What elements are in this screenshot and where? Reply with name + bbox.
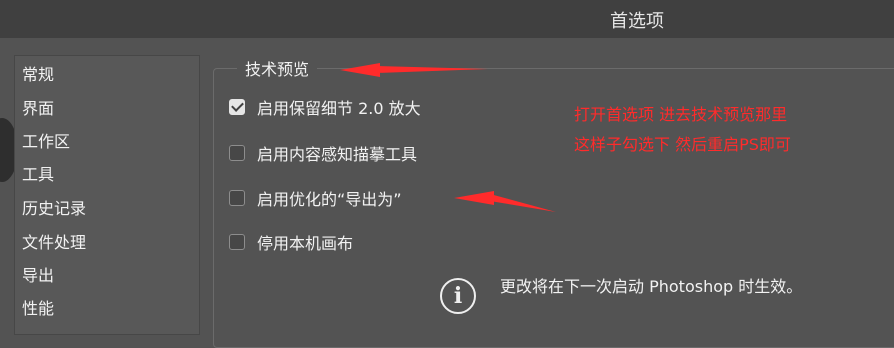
sidebar-item-export[interactable]: 导出 [22, 262, 54, 286]
option-label: 启用优化的“导出为” [257, 190, 402, 209]
option-optimized-export-as[interactable]: 启用优化的“导出为” [229, 187, 402, 209]
sidebar-item-history[interactable]: 历史记录 [22, 195, 86, 219]
option-label: 启用内容感知描摹工具 [257, 145, 418, 164]
sidebar-item-tools[interactable]: 工具 [22, 161, 54, 185]
option-label: 停用本机画布 [257, 234, 354, 253]
option-preserve-details-2[interactable]: 启用保留细节 2.0 放大 [229, 96, 421, 118]
section-title: 技术预览 [237, 56, 318, 80]
option-content-aware-tracing[interactable]: 启用内容感知描摹工具 [229, 142, 417, 164]
info-icon: i [440, 278, 476, 314]
window-titlebar: 首选项 [0, 0, 894, 38]
checkbox-content-aware-tracing[interactable] [229, 145, 245, 161]
checkbox-optimized-export-as[interactable] [229, 190, 245, 206]
annotation-line-2: 这样子勾选下 然后重启PS即可 [574, 135, 791, 154]
dialog-title: 首选项 [610, 11, 664, 32]
option-disable-native-canvas[interactable]: 停用本机画布 [229, 231, 353, 253]
sidebar-item-workspace[interactable]: 工作区 [22, 128, 70, 152]
checkbox-disable-native-canvas[interactable] [229, 234, 245, 250]
sidebar-item-general[interactable]: 常规 [22, 61, 54, 85]
sidebar-item-file-handling[interactable]: 文件处理 [22, 229, 86, 253]
sidebar-item-performance[interactable]: 性能 [22, 295, 54, 319]
checkbox-preserve-details-2[interactable] [229, 99, 245, 115]
sidebar-item-interface[interactable]: 界面 [22, 95, 54, 119]
restart-notice: 更改将在下一次启动 Photoshop 时生效。 [500, 277, 803, 296]
annotation-line-1: 打开首选项 进去技术预览那里 [574, 105, 788, 124]
option-label: 启用保留细节 2.0 放大 [257, 99, 421, 118]
